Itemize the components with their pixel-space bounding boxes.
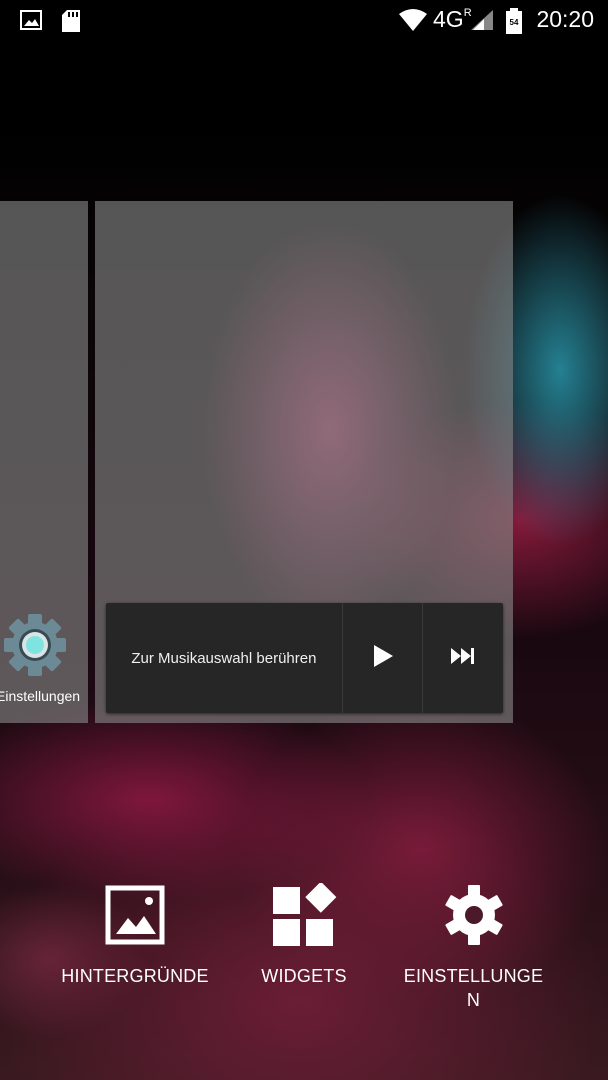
signal-icon <box>470 9 494 35</box>
clock: 20:20 <box>536 6 594 32</box>
widgets-label: WIDGETS <box>261 966 347 986</box>
music-select-prompt[interactable]: Zur Musikauswahl berühren <box>106 603 343 713</box>
wifi-icon <box>398 8 428 36</box>
battery-level: 54 <box>509 18 519 27</box>
play-button[interactable] <box>343 603 424 713</box>
sd-card-icon <box>61 9 81 37</box>
network-type: 4GR <box>433 6 472 32</box>
status-bar: 4GR 54 20:20 <box>0 0 608 42</box>
settings-option[interactable]: EINSTELLUNGEN <box>401 880 546 1012</box>
battery-icon: 54 <box>505 7 523 39</box>
wallpapers-option[interactable]: HINTERGRÜNDE <box>50 880 220 988</box>
wallpapers-label: HINTERGRÜNDE <box>61 966 209 986</box>
play-icon <box>372 644 394 672</box>
wallpaper-icon <box>50 880 220 950</box>
gear-icon <box>401 880 546 950</box>
settings-app-label: Einstellungen <box>0 688 81 704</box>
image-icon <box>20 9 42 35</box>
settings-app-icon[interactable] <box>3 613 67 677</box>
widgets-option[interactable]: WIDGETS <box>219 880 389 988</box>
music-widget[interactable]: Zur Musikauswahl berühren <box>106 603 503 713</box>
settings-label: EINSTELLUNGEN <box>403 966 544 1010</box>
skip-next-icon <box>450 648 476 668</box>
widgets-icon <box>219 880 389 950</box>
skip-next-button[interactable] <box>423 603 503 713</box>
